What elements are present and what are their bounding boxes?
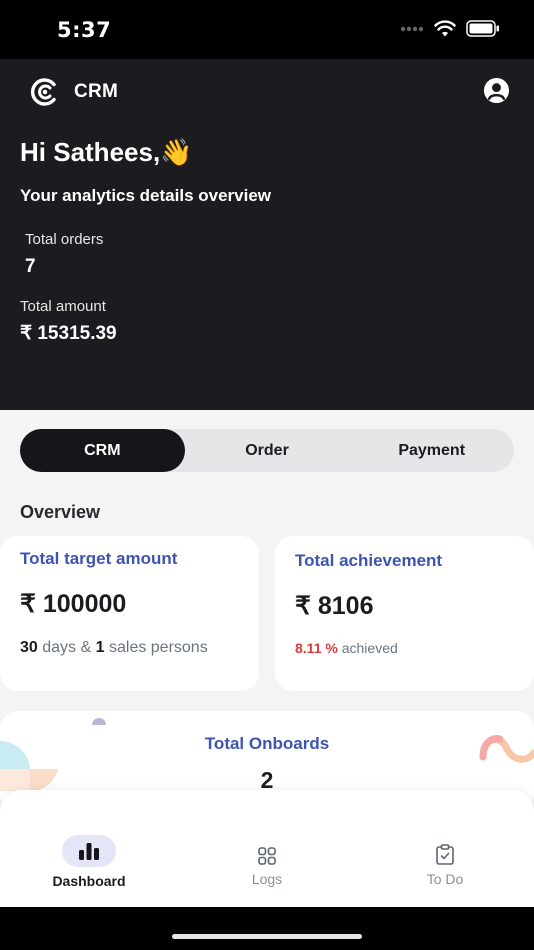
total-amount-value: ₹ 15315.39 xyxy=(20,323,117,344)
bottom-nav: Dashboard Logs To Do xyxy=(0,790,534,908)
total-amount-label: Total amount xyxy=(20,298,106,315)
target-amount-card: Total target amount ₹ 100000 30 days & 1… xyxy=(0,536,259,691)
persons-count: 1 xyxy=(95,639,105,656)
status-bar: 5:37 xyxy=(0,0,534,59)
tab-crm[interactable]: CRM xyxy=(20,429,185,472)
overview-title: Overview xyxy=(20,502,101,522)
achievement-percent: 8.11 % xyxy=(295,640,338,656)
tab-order[interactable]: Order xyxy=(185,429,350,472)
home-indicator[interactable] xyxy=(172,934,362,939)
brand-name: CRM xyxy=(74,81,119,102)
target-amount-title: Total target amount xyxy=(20,549,178,568)
nav-item-logs[interactable]: Logs xyxy=(178,790,356,908)
battery-icon xyxy=(466,20,499,37)
signal-icon xyxy=(400,26,424,31)
overview-subtitle: Your analytics details overview xyxy=(20,186,272,205)
total-orders-label: Total orders xyxy=(25,231,104,248)
decor-dot-shape xyxy=(92,718,106,725)
onboards-title: Total Onboards xyxy=(204,734,330,753)
target-details: 30 days & 1 sales persons xyxy=(20,636,240,659)
bar-chart-icon xyxy=(79,843,99,860)
clipboard-check-icon xyxy=(436,844,454,865)
persons-text: sales persons xyxy=(108,639,208,656)
achievement-title: Total achievement xyxy=(295,551,443,570)
nav-item-todo[interactable]: To Do xyxy=(356,790,534,908)
achievement-value: ₹ 8106 xyxy=(295,592,374,620)
brand: CRM xyxy=(30,77,118,107)
nav-label-logs: Logs xyxy=(251,871,283,887)
achievement-details: 8.11 % achieved xyxy=(295,637,398,660)
profile-icon[interactable] xyxy=(483,77,510,104)
nav-item-dashboard[interactable]: Dashboard xyxy=(0,790,178,908)
crm-logo-icon xyxy=(31,78,56,106)
dashboard-header: CRM Hi Sathees,👋 Your analytics details … xyxy=(0,59,534,410)
days-count: 30 xyxy=(20,639,38,656)
status-icons xyxy=(400,20,500,37)
greeting: Hi Sathees,👋 xyxy=(20,137,193,167)
nav-label-todo: To Do xyxy=(426,871,464,887)
days-text: days & xyxy=(42,639,92,656)
target-amount-value: ₹ 100000 xyxy=(20,590,127,618)
total-orders-value: 7 xyxy=(25,256,36,277)
achievement-card: Total achievement ₹ 8106 8.11 % achieved xyxy=(275,536,534,691)
tab-payment[interactable]: Payment xyxy=(349,429,514,472)
wifi-icon xyxy=(434,20,456,37)
grid-icon xyxy=(258,847,276,865)
status-time: 5:37 xyxy=(57,18,112,42)
home-bar-area xyxy=(0,907,534,950)
dashboard-tabs: CRM Order Payment xyxy=(20,429,514,472)
nav-active-pill xyxy=(62,835,116,867)
nav-label-dashboard: Dashboard xyxy=(52,873,126,889)
achievement-text: achieved xyxy=(341,640,398,656)
